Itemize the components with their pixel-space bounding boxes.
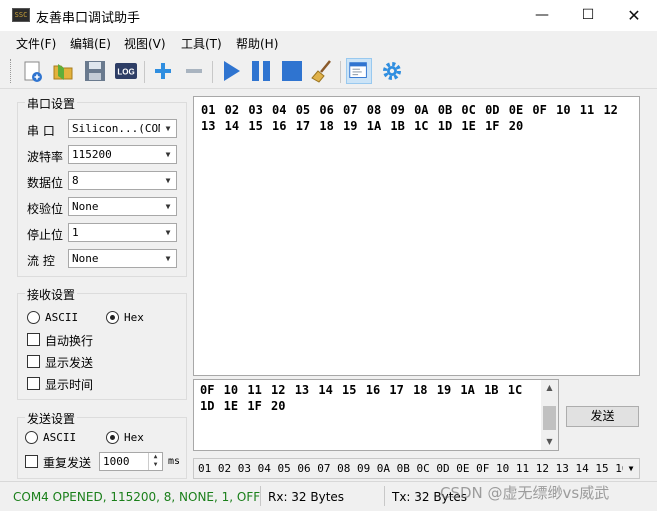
save-icon[interactable] xyxy=(82,58,108,84)
show-send-label: 显示发送 xyxy=(45,356,94,370)
new-file-icon[interactable] xyxy=(20,58,46,84)
menu-bar: 文件(F) 编辑(E) 视图(V) 工具(T) 帮助(H) xyxy=(0,31,657,53)
baud-label: 波特率 xyxy=(27,150,64,164)
interval-spinner[interactable]: ▲ ▼ xyxy=(148,453,162,470)
close-button[interactable]: ✕ xyxy=(611,0,657,31)
flow-label: 流 控 xyxy=(27,254,55,268)
flow-select-value: None xyxy=(72,252,99,265)
receive-textarea[interactable]: 01 02 03 04 05 06 07 08 09 0A 0B 0C 0D 0… xyxy=(193,96,640,376)
show-time-checkbox[interactable] xyxy=(27,377,40,390)
flow-select[interactable]: None ▼ xyxy=(68,249,177,268)
databits-label: 数据位 xyxy=(27,176,64,190)
serial-settings-title: 串口设置 xyxy=(25,95,78,112)
send-history-value: 01 02 03 04 05 06 07 08 09 0A 0B 0C 0D 0… xyxy=(198,462,640,475)
receive-data: 01 02 03 04 05 06 07 08 09 0A 0B 0C 0D 0… xyxy=(201,103,618,133)
scroll-down-icon[interactable]: ▼ xyxy=(541,434,558,450)
menu-help[interactable]: 帮助(H) xyxy=(236,35,278,52)
play-icon[interactable] xyxy=(218,58,244,84)
menu-edit[interactable]: 编辑(E) xyxy=(70,35,111,52)
maximize-button[interactable]: ☐ xyxy=(565,0,611,31)
menu-tools[interactable]: 工具(T) xyxy=(181,35,222,52)
log-icon-label: LOG xyxy=(117,68,134,77)
menu-file[interactable]: 文件(F) xyxy=(16,35,56,52)
connection-status: COM4 OPENED, 115200, 8, NONE, 1, OFF xyxy=(13,490,261,504)
title-bar[interactable]: SSC 友善串口调试助手 — ☐ ✕ xyxy=(0,0,657,31)
chevron-down-icon[interactable]: ▼ xyxy=(160,198,176,215)
receive-settings-title: 接收设置 xyxy=(25,286,78,303)
app-window: SSC 友善串口调试助手 — ☐ ✕ 文件(F) 编辑(E) 视图(V) 工具(… xyxy=(0,0,657,511)
parity-label: 校验位 xyxy=(27,202,64,216)
stopbits-label: 停止位 xyxy=(27,228,64,242)
stop-icon[interactable] xyxy=(279,58,305,84)
port-select-value: Silicon...(COM xyxy=(72,122,165,135)
watermark: CSDN @虚无缥缈vs威武 xyxy=(440,484,610,502)
scroll-up-icon[interactable]: ▲ xyxy=(541,380,558,396)
send-hex-radio[interactable] xyxy=(106,431,119,444)
window-title: 友善串口调试助手 xyxy=(36,11,141,26)
toolbar-separator xyxy=(340,61,341,83)
receive-settings-group xyxy=(17,293,187,400)
add-icon[interactable] xyxy=(150,58,176,84)
app-logo-icon: SSC xyxy=(12,8,30,22)
send-settings-title: 发送设置 xyxy=(25,410,78,427)
port-select[interactable]: Silicon...(COM ▼ xyxy=(68,119,177,138)
toolbar-grip[interactable] xyxy=(10,59,13,83)
toolbar-separator xyxy=(144,61,145,83)
minimize-button[interactable]: — xyxy=(519,0,565,31)
port-label: 串 口 xyxy=(27,124,55,138)
stopbits-select[interactable]: 1 ▼ xyxy=(68,223,177,242)
send-scrollbar[interactable]: ▲ ▼ xyxy=(541,380,558,450)
parity-select[interactable]: None ▼ xyxy=(68,197,177,216)
scroll-thumb[interactable] xyxy=(543,406,556,430)
stopbits-select-value: 1 xyxy=(72,226,79,239)
send-textarea[interactable]: 0F 10 11 12 13 14 15 16 17 18 19 1A 1B 1… xyxy=(193,379,559,451)
toolbar: LOG xyxy=(0,53,657,89)
window-settings-icon[interactable] xyxy=(346,58,372,84)
pause-icon[interactable] xyxy=(248,58,274,84)
broom-clear-icon[interactable] xyxy=(310,58,336,84)
remove-icon[interactable] xyxy=(181,58,207,84)
databits-select[interactable]: 8 ▼ xyxy=(68,171,177,190)
interval-input[interactable]: 1000 ▲ ▼ xyxy=(99,452,163,471)
databits-select-value: 8 xyxy=(72,174,79,187)
rx-count: Rx: 32 Bytes xyxy=(268,490,345,504)
receive-ascii-radio[interactable] xyxy=(27,311,40,324)
repeat-send-label: 重复发送 xyxy=(43,456,92,470)
gear-icon[interactable] xyxy=(379,58,405,84)
chevron-down-icon[interactable]: ▼ xyxy=(160,172,176,189)
repeat-send-checkbox[interactable] xyxy=(25,455,38,468)
toolbar-separator xyxy=(212,61,213,83)
receive-hex-radio[interactable] xyxy=(106,311,119,324)
chevron-down-icon[interactable]: ▼ xyxy=(160,120,176,137)
send-data: 0F 10 11 12 13 14 15 16 17 18 19 1A 1B 1… xyxy=(200,383,523,413)
auto-wrap-checkbox[interactable] xyxy=(27,333,40,346)
status-separator xyxy=(260,486,261,506)
baud-select-value: 115200 xyxy=(72,148,112,161)
menu-view[interactable]: 视图(V) xyxy=(124,35,166,52)
send-ascii-label: ASCII xyxy=(43,431,77,444)
status-separator xyxy=(384,486,385,506)
chevron-down-icon[interactable]: ▼ xyxy=(160,224,176,241)
receive-ascii-label: ASCII xyxy=(45,311,79,324)
send-ascii-radio[interactable] xyxy=(25,431,38,444)
send-history-select[interactable]: 01 02 03 04 05 06 07 08 09 0A 0B 0C 0D 0… xyxy=(193,458,640,479)
interval-value: 1000 xyxy=(103,455,130,468)
open-folder-icon[interactable] xyxy=(50,58,76,84)
receive-hex-label: Hex xyxy=(124,311,144,324)
chevron-down-icon[interactable]: ▼ xyxy=(623,459,639,478)
interval-unit: ms xyxy=(168,456,181,467)
chevron-down-icon[interactable]: ▼ xyxy=(160,250,176,267)
show-time-label: 显示时间 xyxy=(45,378,94,392)
send-hex-label: Hex xyxy=(124,431,144,444)
auto-wrap-label: 自动换行 xyxy=(45,334,94,348)
baud-select[interactable]: 115200 ▼ xyxy=(68,145,177,164)
parity-select-value: None xyxy=(72,200,99,213)
chevron-down-icon[interactable]: ▼ xyxy=(160,146,176,163)
show-send-checkbox[interactable] xyxy=(27,355,40,368)
log-icon[interactable]: LOG xyxy=(113,58,139,84)
send-button[interactable]: 发送 xyxy=(566,406,639,427)
